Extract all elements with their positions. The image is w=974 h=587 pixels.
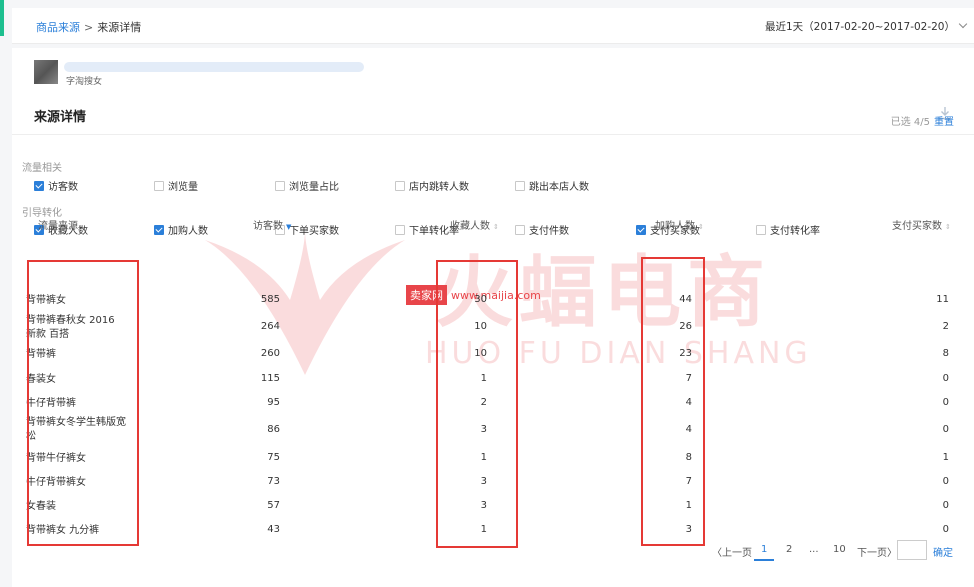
- filter-option-label: 店内跳转人数: [409, 182, 469, 193]
- row-visitors: 260: [260, 348, 280, 359]
- breadcrumb-separator: >: [84, 21, 94, 34]
- section-title: 来源详情: [34, 110, 87, 125]
- row-visitors: 73: [267, 476, 280, 487]
- row-buyers: 0: [942, 373, 949, 384]
- highlight-box-favorites: [436, 260, 518, 548]
- column-header-source: 流量来源: [38, 221, 78, 232]
- column-header-label: 支付买家数: [892, 221, 942, 232]
- row-visitors: 115: [260, 373, 280, 384]
- checkbox[interactable]: [275, 180, 285, 191]
- page-jump-input[interactable]: [897, 540, 927, 560]
- column-header-paid-buyers[interactable]: 支付买家数 ⇕: [892, 217, 951, 232]
- reset-link[interactable]: 重置: [934, 117, 954, 128]
- divider: [12, 134, 974, 135]
- breadcrumb-current: 来源详情: [97, 21, 142, 34]
- sort-icon[interactable]: ⇕: [945, 223, 951, 231]
- filter-option-label: 支付件数: [529, 226, 569, 237]
- row-buyers: 11: [936, 294, 949, 305]
- filter-option-label: 浏览量占比: [289, 182, 339, 193]
- checkbox[interactable]: [636, 224, 646, 235]
- row-buyers: 1: [942, 452, 949, 463]
- filter-option-internal-jumps[interactable]: 店内跳转人数: [395, 178, 469, 193]
- checkbox[interactable]: [515, 224, 525, 235]
- selected-count: 已选 4/5 重置: [891, 113, 954, 128]
- filter-option-paid-conversion[interactable]: 支付转化率: [756, 222, 820, 237]
- checkbox[interactable]: [154, 180, 164, 191]
- pagination-next[interactable]: 下一页〉: [857, 544, 897, 559]
- shop-title-redacted: [64, 62, 364, 72]
- sort-icon[interactable]: ⇕: [698, 223, 704, 231]
- pagination-page-10[interactable]: 10: [833, 544, 846, 555]
- pagination-current-indicator: [754, 559, 774, 561]
- column-header-label: 收藏人数: [450, 221, 490, 232]
- row-buyers: 0: [942, 397, 949, 408]
- checkbox[interactable]: [756, 224, 766, 235]
- chevron-down-icon: [958, 19, 968, 29]
- row-visitors: 86: [267, 424, 280, 435]
- checkbox[interactable]: [515, 180, 525, 191]
- filter-option-label: 支付转化率: [770, 226, 820, 237]
- row-buyers: 0: [942, 500, 949, 511]
- row-buyers: 2: [942, 321, 949, 332]
- filter-option-visitors[interactable]: 访客数: [34, 178, 78, 193]
- pagination-page-1[interactable]: 1: [761, 544, 767, 555]
- filter-option-label: 加购人数: [168, 226, 208, 237]
- date-range-dropdown[interactable]: 最近1天（2017-02-20~2017-02-20）: [764, 19, 968, 34]
- highlight-box-source: [27, 260, 139, 546]
- breadcrumb: 商品来源 > 来源详情: [36, 19, 141, 35]
- pagination-ellipsis: ...: [809, 544, 819, 555]
- filter-option-label: 访客数: [48, 182, 78, 193]
- column-header-label: 访客数: [253, 221, 283, 232]
- filter-option-pageviews[interactable]: 浏览量: [154, 178, 198, 193]
- shop-avatar: [34, 60, 58, 84]
- left-accent-bar: [0, 0, 4, 36]
- row-visitors: 95: [267, 397, 280, 408]
- filter-option-bounces[interactable]: 跳出本店人数: [515, 178, 589, 193]
- column-header-visitors[interactable]: 访客数 ▼: [253, 217, 291, 232]
- shop-name: 字淘搜女: [66, 77, 103, 87]
- checkbox[interactable]: [395, 180, 405, 191]
- row-buyers: 8: [942, 348, 949, 359]
- checkbox[interactable]: [34, 180, 44, 191]
- row-buyers: 0: [942, 524, 949, 535]
- row-visitors: 75: [267, 452, 280, 463]
- breadcrumb-parent-link[interactable]: 商品来源: [36, 21, 80, 34]
- filter-option-add-to-cart[interactable]: 加购人数: [154, 222, 208, 237]
- filter-option-pageview-share[interactable]: 浏览量占比: [275, 178, 339, 193]
- checkbox[interactable]: [154, 224, 164, 235]
- filter-group-traffic-label: 流量相关: [22, 163, 62, 174]
- row-visitors: 57: [267, 500, 280, 511]
- filter-option-label: 浏览量: [168, 182, 198, 193]
- highlight-box-carts: [641, 257, 705, 546]
- sort-desc-icon[interactable]: ▼: [286, 223, 291, 231]
- pagination-page-2[interactable]: 2: [786, 544, 792, 555]
- sort-icon[interactable]: ⇕: [493, 223, 499, 231]
- row-visitors: 585: [260, 294, 280, 305]
- column-header-favorites[interactable]: 收藏人数 ⇕: [450, 217, 499, 232]
- row-buyers: 0: [942, 476, 949, 487]
- row-visitors: 264: [260, 321, 280, 332]
- page-jump-confirm-button[interactable]: 确定: [933, 544, 953, 559]
- row-visitors: 43: [267, 524, 280, 535]
- column-header-add-to-cart[interactable]: 加购人数 ⇕: [655, 217, 704, 232]
- checkbox[interactable]: [395, 224, 405, 235]
- row-buyers: 0: [942, 424, 949, 435]
- filter-option-label: 下单买家数: [289, 226, 339, 237]
- top-bar: 商品来源 > 来源详情 最近1天（2017-02-20~2017-02-20）: [12, 8, 974, 44]
- selected-count-text: 已选 4/5: [890, 117, 930, 128]
- filter-option-label: 跳出本店人数: [529, 182, 589, 193]
- column-header-label: 加购人数: [655, 221, 695, 232]
- filter-option-paid-items[interactable]: 支付件数: [515, 222, 569, 237]
- pagination-prev[interactable]: 〈上一页: [712, 544, 752, 559]
- date-range-label: 最近1天（2017-02-20~2017-02-20）: [764, 21, 955, 33]
